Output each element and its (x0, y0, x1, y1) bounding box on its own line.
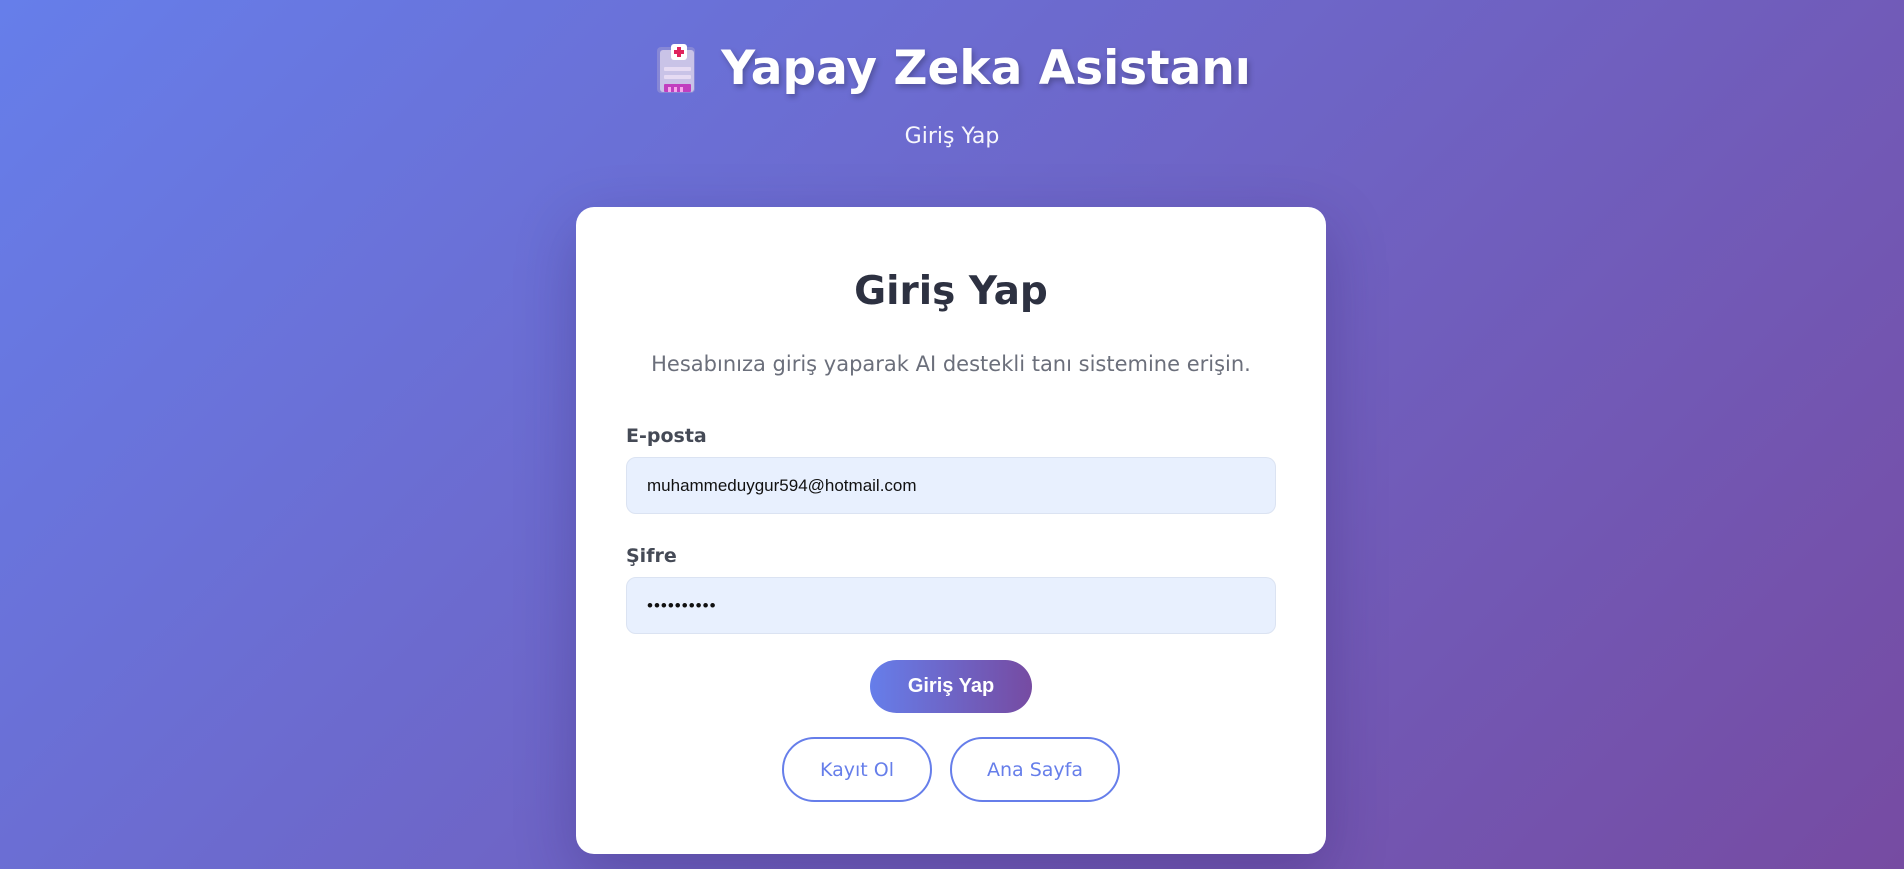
app-title-text: Yapay Zeka Asistanı (721, 41, 1251, 96)
password-field[interactable] (626, 577, 1276, 634)
email-field[interactable] (626, 457, 1276, 514)
page-subtitle: Giriş Yap (904, 124, 1000, 149)
app-title: Yapay Zeka Asistanı (0, 36, 1904, 102)
login-card: Giriş Yap Hesabınıza giriş yaparak AI de… (576, 207, 1326, 854)
login-button[interactable]: Giriş Yap (870, 660, 1032, 713)
home-button[interactable]: Ana Sayfa (950, 737, 1120, 802)
login-card-title: Giriş Yap (854, 269, 1048, 314)
login-card-description: Hesabınıza giriş yaparak AI destekli tan… (651, 352, 1251, 376)
email-label: E-posta (626, 425, 707, 447)
hospital-building-icon (653, 42, 701, 96)
register-button[interactable]: Kayıt Ol (782, 737, 932, 802)
password-label: Şifre (626, 545, 677, 567)
